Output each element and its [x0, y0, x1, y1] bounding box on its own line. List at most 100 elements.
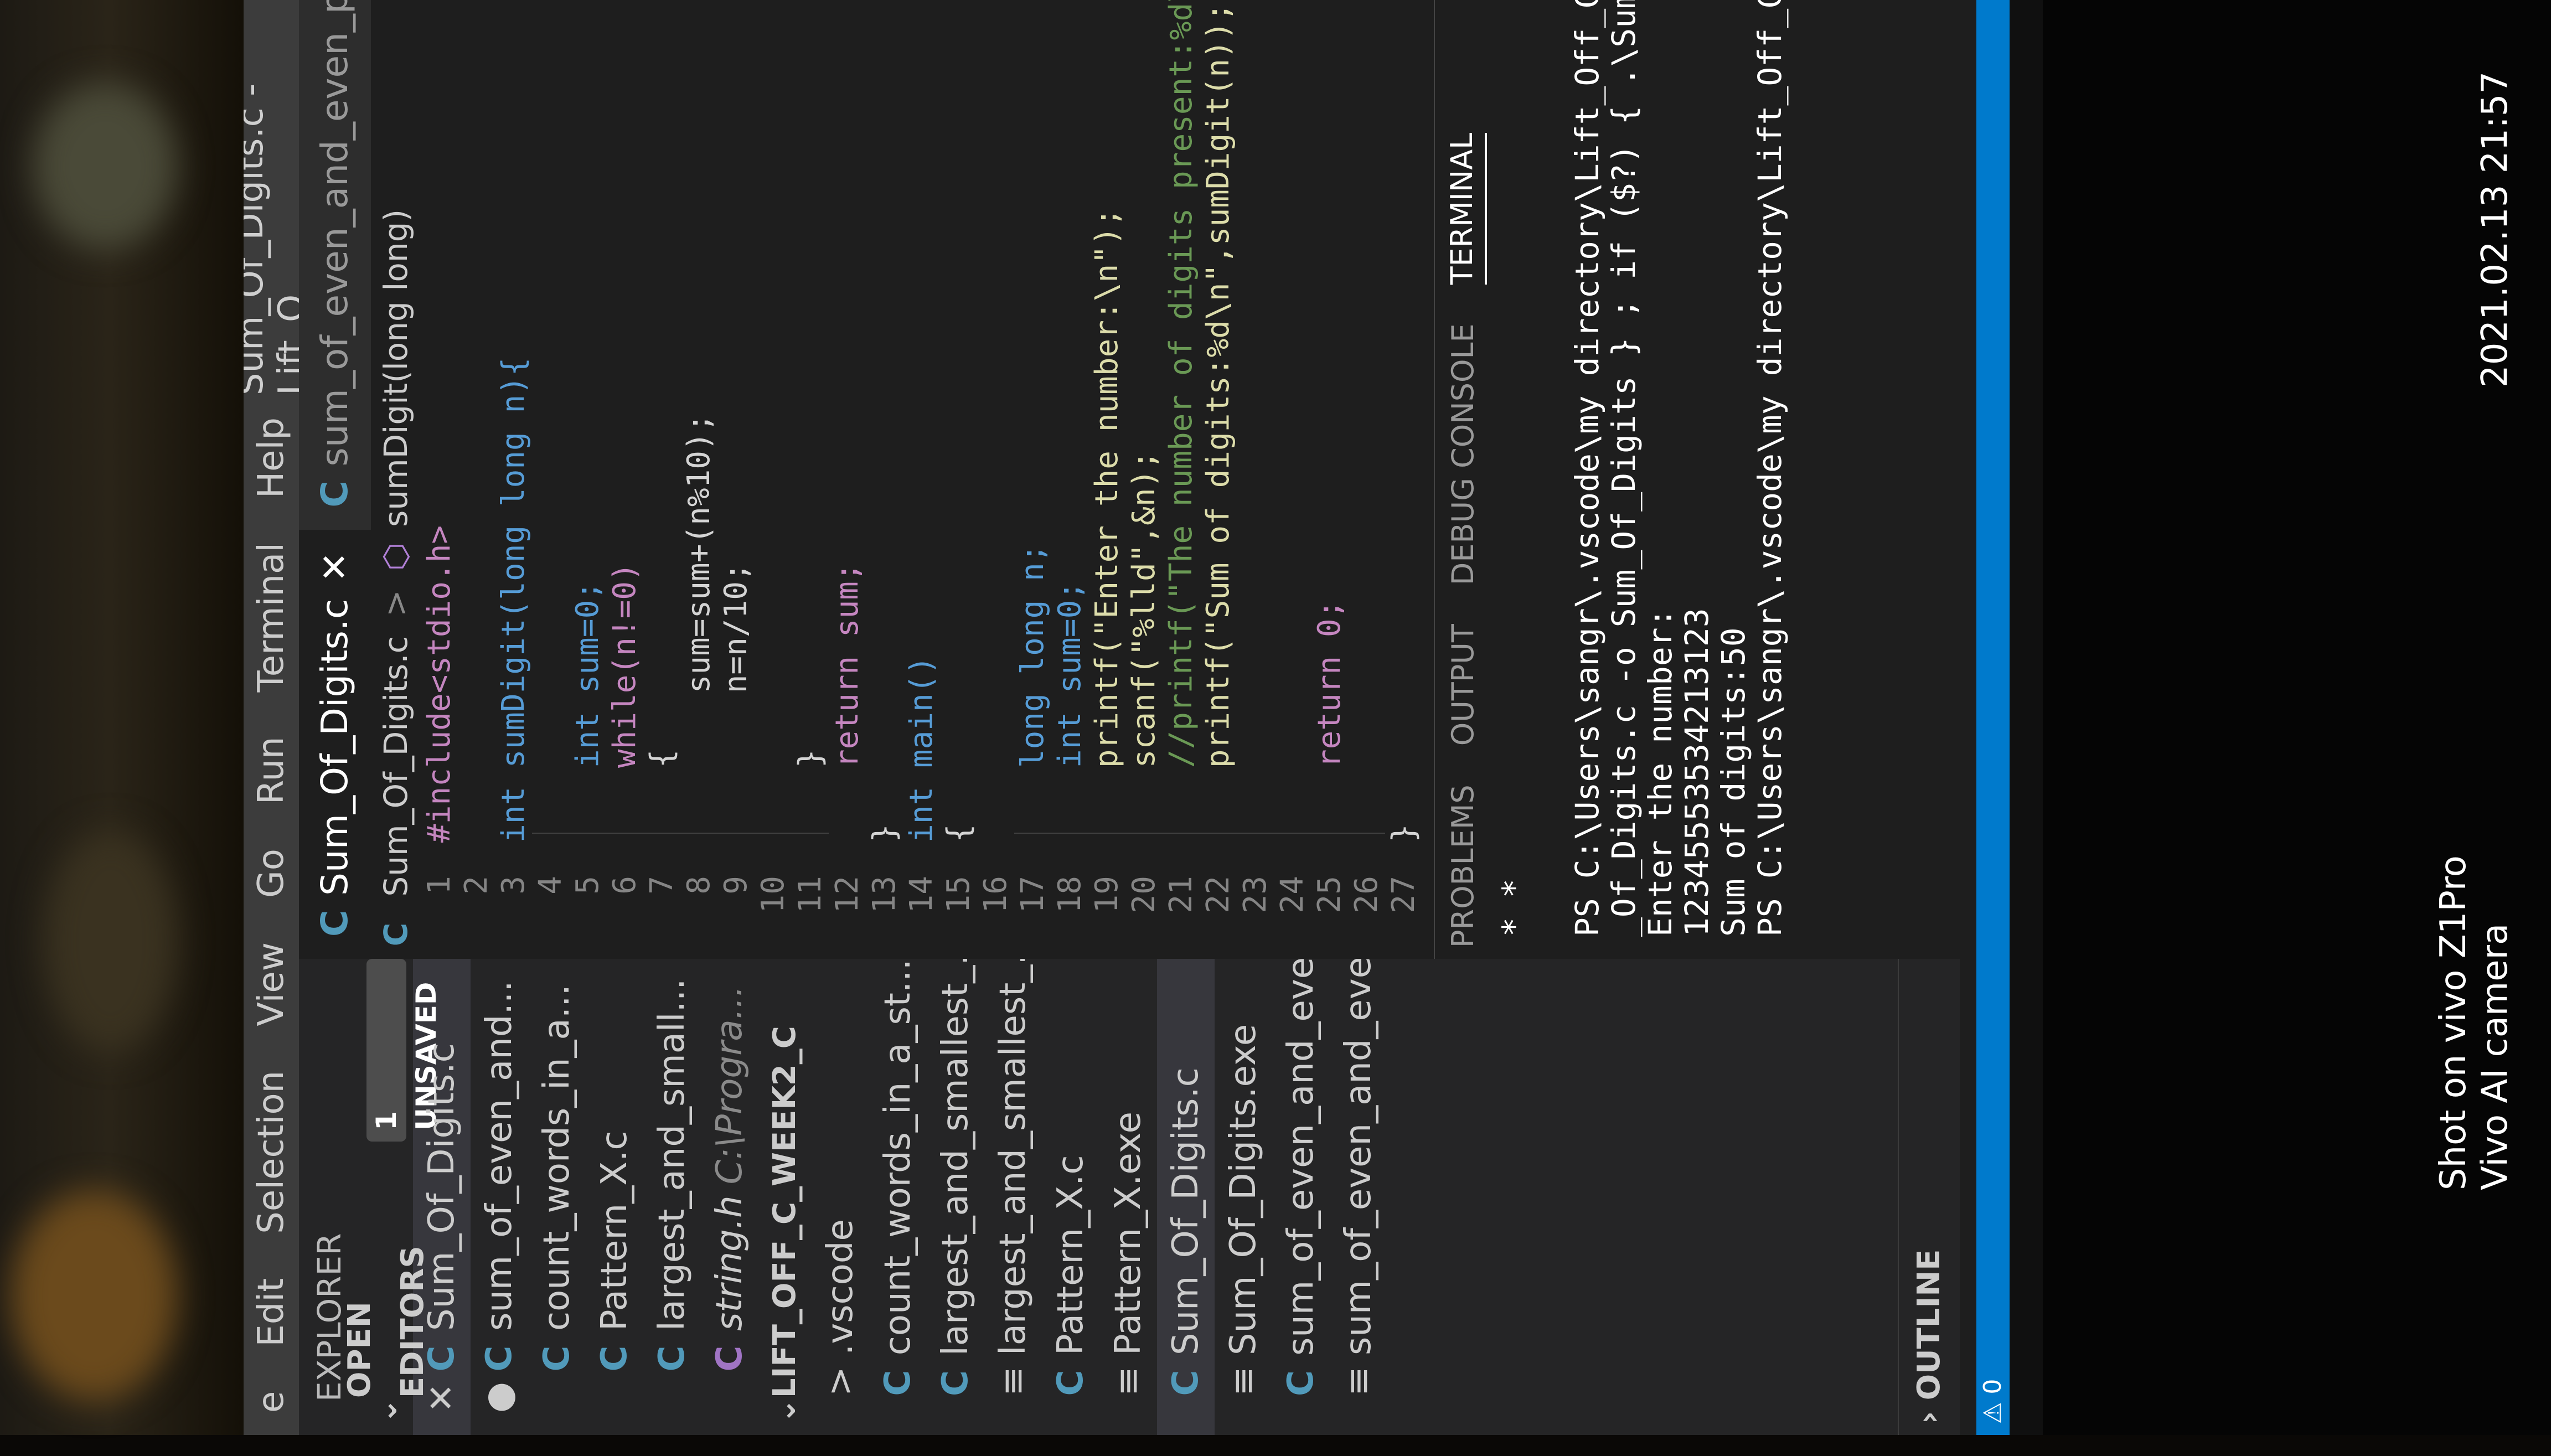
menu-item-1[interactable]: Edit	[251, 1256, 292, 1369]
code-line[interactable]: while(n!=0)	[606, 562, 643, 843]
warnings-count[interactable]: ⚠ 0	[1979, 1379, 2007, 1424]
c-file-icon: C	[313, 481, 356, 508]
open-editor-item[interactable]: C Pattern_X.c	[586, 959, 643, 1435]
menu-item-7[interactable]: Help	[251, 395, 292, 520]
open-editor-name: Pattern_X.c	[594, 1130, 635, 1331]
watermark-timestamp: 2021.02.13 21:57	[2475, 71, 2516, 388]
menu-item-4[interactable]: Go	[251, 827, 292, 920]
file-tree-item[interactable]: Clargest_and_smallest_...	[927, 959, 984, 1435]
folder-header[interactable]: ⌄ LIFT_OFF_C_WEEK2_C	[758, 959, 812, 1435]
open-editors-header[interactable]: ⌄ OPEN EDITORS 1 UNSAVED	[342, 959, 442, 1435]
outline-section[interactable]: › OUTLINE	[1898, 948, 1960, 1435]
chevron-down-icon: ⌄	[767, 1398, 803, 1424]
code-line[interactable]: }	[866, 824, 903, 843]
executable-file-icon: ≡	[993, 1366, 1034, 1396]
open-editor-name: count_words_in_a...	[536, 984, 577, 1331]
file-tree-item[interactable]: ≡ sum_of_even_and_eve...	[1330, 959, 1387, 1435]
chevron-down-icon: ⌄	[368, 1398, 404, 1424]
code-line[interactable]: return 0;	[1311, 600, 1348, 843]
executable-file-icon: ≡	[1223, 1366, 1264, 1396]
open-editor-item[interactable]: Cstring.h C:\Progra...	[701, 959, 758, 1435]
terminal-line: PS C:\Users\sangr\.vscode\my directory\L…	[1568, 0, 1606, 937]
menu-bar: e Edit Selection View Go Run Terminal Help Sum_O…	[244, 0, 312, 1435]
panel-tab-debug-console[interactable]: DEBUG CONSOLE	[1445, 323, 1486, 585]
code-line[interactable]: #include<stdio.h>	[421, 525, 458, 843]
code-line[interactable]: int sumDigit(long long n){	[495, 357, 532, 843]
file-tree-item[interactable]: ≡ Pattern_X.exe	[1099, 959, 1157, 1435]
menu-item-2[interactable]: Selection	[251, 1049, 292, 1256]
file-tree-item[interactable]: C Sum_Of_Digits.c	[1157, 959, 1215, 1435]
file-tree-item[interactable]: ≡ largest_and_smallest_...	[984, 959, 1042, 1435]
line-number: 27	[1386, 876, 1422, 913]
menu-item-5[interactable]: Run	[251, 714, 292, 827]
file-tree-name: count_words_in_a_st...	[877, 959, 918, 1356]
terminal[interactable]: * * PS C:\Users\sangr\.vscode\my director…	[1495, 0, 1789, 959]
open-editor-name: largest_and_small...	[652, 978, 693, 1331]
terminal-line: PS C:\Users\sangr\.vscode\my directory\L…	[1751, 0, 1789, 937]
code-line[interactable]: scanf("%lld",&n);	[1125, 451, 1163, 843]
panel-tabs: PROBLEMS OUTPUT DEBUG CONSOLE TERMINAL	[1435, 0, 1496, 959]
file-tree-item[interactable]: C Pattern_X.c	[1042, 959, 1099, 1435]
unsaved-dot-icon[interactable]: ●	[471, 1382, 528, 1413]
code-line[interactable]: printf("Sum of digits:%d\n",sumDigit(n))…	[1200, 3, 1237, 843]
close-icon[interactable]: ✕	[413, 1383, 471, 1413]
code-line[interactable]: n=n/10;	[717, 562, 755, 843]
c-file-icon: C	[377, 922, 415, 947]
file-tree-name: .vscode	[820, 1219, 861, 1355]
file-tree-item[interactable]: > .vscode	[812, 959, 869, 1435]
tab-sum-of-even[interactable]: C sum_of_even_and_even_position_ele	[299, 0, 371, 530]
code-line[interactable]: int sum=0;	[1051, 581, 1088, 843]
code-line[interactable]: long long n;	[1014, 544, 1051, 843]
panel-tab-output[interactable]: OUTPUT	[1445, 624, 1486, 746]
line-number: 18	[1052, 876, 1088, 913]
tab-sum-of-digits[interactable]: C Sum_Of_Digits.c ✕	[299, 529, 371, 959]
open-editor-item[interactable]: ● Csum_of_even_and...	[471, 959, 528, 1435]
code-editor[interactable]: 1 #include<stdio.h> 2 3 int sumDigit(long lo…	[421, 0, 1434, 959]
code-line[interactable]: return sum;	[829, 562, 866, 843]
line-number: 13	[866, 876, 902, 913]
file-tree-item[interactable]: Csum_of_even_and_eve...	[1272, 959, 1330, 1435]
open-editor-item[interactable]: Ccount_words_in_a...	[528, 959, 586, 1435]
line-number: 15	[941, 876, 977, 913]
code-line[interactable]: int sum=0;	[569, 581, 606, 843]
c-file-icon: C	[313, 910, 356, 937]
menu-item-0[interactable]: e	[251, 1369, 292, 1435]
line-number: 10	[755, 876, 791, 913]
watermark-line1: Shot on vivo Z1Pro	[2433, 855, 2474, 1190]
breadcrumb: C Sum_Of_Digits.c > ⬡ sumDigit(long long…	[371, 0, 421, 959]
file-tree-name: largest_and_smallest_...	[935, 959, 976, 1356]
file-tree-item[interactable]: Ccount_words_in_a_st...	[869, 959, 927, 1435]
panel-tab-terminal[interactable]: TERMINAL	[1444, 132, 1487, 285]
file-tree-name: Pattern_X.exe	[1108, 1112, 1149, 1355]
line-number: 3	[495, 876, 531, 895]
code-line[interactable]: {	[643, 749, 680, 843]
code-line[interactable]: printf("Enter the number:\n");	[1088, 208, 1125, 843]
breadcrumb-symbol[interactable]: sumDigit(long long)	[377, 209, 415, 527]
code-line[interactable]: }	[792, 749, 829, 843]
panel-tab-problems[interactable]: PROBLEMS	[1445, 784, 1486, 948]
explorer-sidebar: EXPLORER ⌄ OPEN EDITORS 1 UNSAVED ✕ C Sum_…	[299, 948, 1960, 1435]
monitor-screen: e Edit Selection View Go Run Terminal Help Sum_O…	[244, 0, 2043, 1435]
camera-logo-icon	[2430, 1395, 2491, 1456]
c-file-icon: C	[652, 1345, 693, 1372]
unsaved-badge: 1 UNSAVED	[366, 959, 442, 1142]
menu-item-3[interactable]: View	[251, 920, 292, 1049]
header-file-icon: C	[709, 1345, 750, 1372]
code-line[interactable]: //printf("The number of digits present:%…	[1163, 0, 1200, 843]
code-line[interactable]: }	[1385, 824, 1422, 843]
line-number: 1	[421, 876, 457, 895]
line-number: 7	[644, 876, 680, 895]
menu-item-6[interactable]: Terminal	[251, 520, 292, 714]
close-icon[interactable]: ✕	[299, 552, 371, 582]
file-tree-item[interactable]: ≡ Sum_Of_Digits.exe	[1215, 959, 1272, 1435]
code-line[interactable]: {	[940, 824, 977, 843]
line-number: 6	[607, 876, 643, 895]
open-editor-item[interactable]: Clargest_and_small...	[643, 959, 701, 1435]
code-line[interactable]: sum=sum+(n%10);	[680, 414, 717, 843]
line-number: 5	[570, 876, 606, 895]
breadcrumb-file[interactable]: Sum_Of_Digits.c	[377, 636, 415, 896]
c-file-icon: C	[594, 1345, 635, 1372]
executable-file-icon: ≡	[1338, 1366, 1379, 1396]
code-line[interactable]: int main()	[903, 656, 940, 843]
